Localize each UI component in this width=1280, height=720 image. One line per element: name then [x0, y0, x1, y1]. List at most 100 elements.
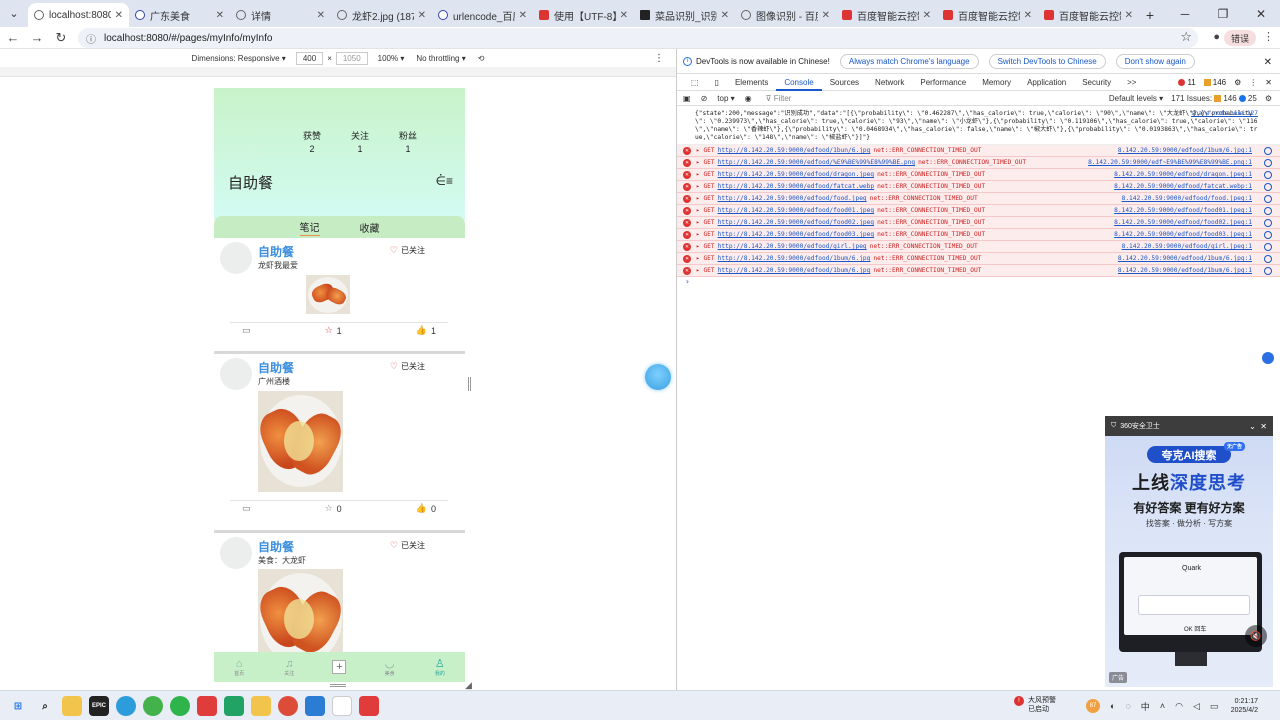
post-author[interactable]: 自助餐	[258, 538, 294, 555]
side-assistant-icon[interactable]	[1262, 352, 1274, 364]
browser-tab[interactable]: 百度智能云控制 ✕	[836, 3, 937, 27]
error-source-link[interactable]: 8.142.20.59:9000/edfood/girl.jpeg:1	[1122, 243, 1252, 250]
avatar[interactable]	[220, 358, 252, 390]
tray-badge[interactable]: 87	[1086, 699, 1100, 713]
app-icon[interactable]	[143, 696, 163, 716]
nav-follow[interactable]: ♫ 关注	[269, 658, 309, 677]
close-tab-icon[interactable]: ✕	[721, 10, 729, 21]
chrome-icon[interactable]	[278, 696, 298, 716]
clear-console-icon[interactable]: ⊘	[701, 94, 708, 103]
browser-tab[interactable]: 使用【UTF-8】 ✕	[533, 3, 634, 27]
dimensions-select[interactable]: Dimensions: Responsive ▾	[192, 54, 286, 63]
close-tab-icon[interactable]: ✕	[216, 10, 224, 21]
error-source-link[interactable]: 8.142.20.59:9000/edfood/1bum/6.jpg:1	[1118, 147, 1252, 154]
error-source-link[interactable]: 8.142.20.59:9000/edf~E9%BE%99%E8%99%BE.p…	[1088, 159, 1252, 166]
close-tab-icon[interactable]: ✕	[115, 10, 123, 21]
console-settings-icon[interactable]: ⚙	[1265, 94, 1272, 103]
context-select[interactable]: top ▾	[717, 94, 734, 103]
console-error-row[interactable]: ✕ ▸ GET http://8.142.20.59:9000/edfood/foo…	[677, 217, 1280, 229]
issues-button[interactable]: 171 Issues: 146 25	[1171, 94, 1257, 103]
console-error-row[interactable]: ✕ ▸ GET http://8.142.20.59:9000/edfood/foo…	[677, 193, 1280, 205]
expand-arrow-icon[interactable]: ▸	[696, 267, 703, 274]
browser-tab[interactable]: urlencode_百度 ✕	[432, 3, 533, 27]
app-icon[interactable]	[224, 696, 244, 716]
levels-select[interactable]: Default levels ▾	[1109, 94, 1163, 103]
profile-icon[interactable]: ●	[1213, 31, 1220, 43]
tray-icon[interactable]: 中	[1141, 700, 1150, 713]
tab-search-button[interactable]: ⌄	[0, 0, 28, 27]
close-tab-icon[interactable]: ✕	[822, 10, 830, 21]
volume-icon[interactable]: ◁	[1193, 701, 1200, 712]
tray-icon[interactable]: ◐	[1110, 701, 1115, 711]
expand-arrow-icon[interactable]: ▸	[696, 183, 703, 190]
console-error-row[interactable]: ✕ ▸ GET http://8.142.20.59:9000/edfood/1bu…	[677, 145, 1280, 157]
follow-button[interactable]: ♡ 已关注	[390, 540, 425, 551]
expand-arrow-icon[interactable]: ▸	[696, 159, 703, 166]
epic-icon[interactable]: EPIC	[89, 696, 109, 716]
start-icon[interactable]: ⊞	[8, 696, 28, 716]
sidebar-toggle-icon[interactable]: ▣	[683, 94, 691, 103]
browser-tab[interactable]: 图像识别 - 百度 ✕	[735, 3, 836, 27]
error-source-link[interactable]: 8.142.20.59:9000/edfood/dragon.jpeg:1	[1114, 171, 1252, 178]
battery-icon[interactable]: ▭	[1210, 701, 1219, 712]
error-url[interactable]: http://8.142.20.59:9000/edfood/fatcat.we…	[718, 183, 874, 190]
wechat-icon[interactable]	[170, 696, 190, 716]
star-button[interactable]: ☆ 0	[325, 503, 342, 514]
follow-button[interactable]: ♡ 已关注	[390, 361, 425, 372]
tab-security[interactable]: Security	[1074, 74, 1119, 91]
error-url[interactable]: http://8.142.20.59:9000/edfood/food03.jp…	[718, 231, 874, 238]
error-url[interactable]: http://8.142.20.59:9000/edfood/1bum/6.jp…	[718, 267, 871, 274]
error-url[interactable]: http://8.142.20.59:9000/edfood/%E9%BE%99…	[718, 159, 915, 166]
error-badge[interactable]: 错误	[1223, 30, 1256, 46]
close-tab-icon[interactable]: ✕	[1125, 10, 1133, 21]
tray-icon[interactable]: ◌	[1125, 701, 1130, 711]
error-source-link[interactable]: 8.142.20.59:9000/edfood/food03.jpeg:1	[1114, 231, 1252, 238]
mute-icon[interactable]: 🔇	[1245, 625, 1267, 647]
inspect-icon[interactable]: ⬚	[683, 74, 707, 91]
app-icon[interactable]	[332, 696, 352, 716]
tab-network[interactable]: Network	[867, 74, 912, 91]
warning-counter[interactable]: 146	[1203, 78, 1226, 87]
file-explorer-icon[interactable]	[62, 696, 82, 716]
tab-memory[interactable]: Memory	[974, 74, 1019, 91]
tab-elements[interactable]: Elements	[727, 74, 776, 91]
console-error-row[interactable]: ✕ ▸ GET http://8.142.20.59:9000/edfood/fat…	[677, 181, 1280, 193]
dont-show-button[interactable]: Don't show again	[1115, 53, 1195, 69]
post-image[interactable]	[306, 275, 350, 314]
comment-button[interactable]: ▭	[242, 325, 251, 336]
post-card[interactable]: 自助餐 ♡ 已关注 龙虾我最爱 ▭ ☆ 1 👍 1	[214, 238, 465, 350]
back-button[interactable]: ←	[2, 30, 24, 45]
close-tab-icon[interactable]: ✕	[620, 10, 628, 21]
error-url[interactable]: http://8.142.20.59:9000/edfood/food02.jp…	[718, 219, 874, 226]
floating-assistant-icon[interactable]	[645, 364, 671, 390]
like-button[interactable]: 👍 0	[416, 503, 436, 514]
browser-tab[interactable]: 百度智能云控制 ✕	[937, 3, 1038, 27]
search-icon[interactable]: ⌕	[35, 696, 55, 716]
minimize-button[interactable]: ─	[1166, 0, 1204, 27]
app-icon[interactable]	[197, 696, 217, 716]
viewport-bottom-handle[interactable]	[330, 684, 346, 687]
browser-tab[interactable]: 龙虾2.jpg (1879 ✕	[331, 3, 432, 27]
close-banner-icon[interactable]: ✕	[1264, 57, 1272, 68]
console-error-row[interactable]: ✕ ▸ GET http://8.142.20.59:9000/edfood/1bu…	[677, 253, 1280, 265]
stat-following[interactable]: 关注 1	[338, 129, 382, 154]
console-error-row[interactable]: ✕ ▸ GET http://8.142.20.59:9000/edfood/foo…	[677, 229, 1280, 241]
expand-arrow-icon[interactable]: ▸	[696, 243, 703, 250]
clock[interactable]: 0:21:17 2025/4/2	[1231, 697, 1258, 715]
error-source-link[interactable]: 8.142.20.59:9000/edfood/food01.jpeg:1	[1114, 207, 1252, 214]
url-input[interactable]: ⓘ localhost:8080/#/pages/myInfo/myInfo	[78, 28, 1198, 48]
browser-tab[interactable]: 菜品识别_识别 ✕	[634, 3, 735, 27]
close-devtools-icon[interactable]: ✕	[1265, 78, 1272, 87]
browser-menu-icon[interactable]: ⋮	[1263, 30, 1274, 43]
stat-likes[interactable]: 获赞 2	[290, 129, 334, 154]
browser-tab[interactable]: 广东美食 ✕	[129, 3, 230, 27]
tab-performance[interactable]: Performance	[912, 74, 974, 91]
browser-tab[interactable]: localhost:8080/ ✕	[28, 3, 129, 27]
devtools-menu-icon[interactable]: ⋮	[1249, 78, 1257, 87]
expand-arrow-icon[interactable]: ▸	[696, 195, 703, 202]
nav-add[interactable]: +	[319, 660, 359, 674]
expand-arrow-icon[interactable]: ▸	[696, 171, 703, 178]
error-source-link[interactable]: 8.142.20.59:9000/edfood/1bum/6.jpg:1	[1118, 267, 1252, 274]
tab-notes[interactable]: 笔记	[299, 219, 320, 236]
tab-favorites[interactable]: 收藏	[360, 220, 380, 235]
